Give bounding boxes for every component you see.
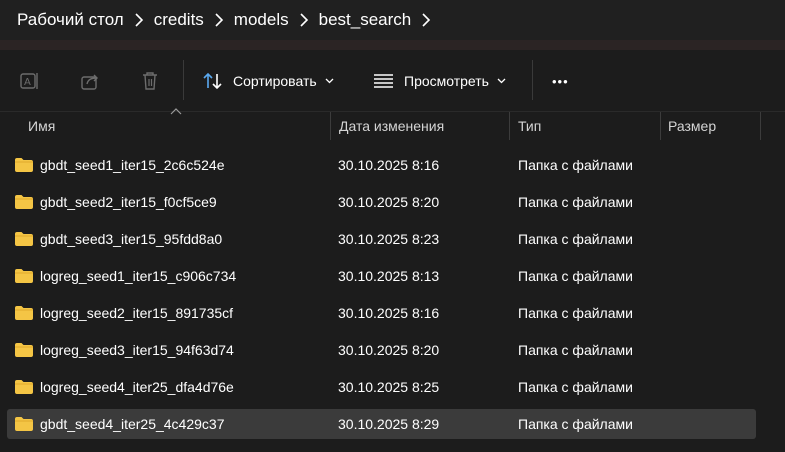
- view-list-icon: [373, 73, 394, 89]
- breadcrumb-item-best-search[interactable]: best_search: [319, 10, 412, 30]
- table-row[interactable]: gbdt_seed1_iter15_2c6c524e 30.10.2025 8:…: [7, 150, 756, 180]
- folder-icon: [15, 195, 33, 209]
- folder-icon: [15, 343, 33, 357]
- breadcrumb-item-models[interactable]: models: [234, 10, 289, 30]
- file-date: 30.10.2025 8:25: [338, 379, 440, 395]
- sort-button[interactable]: Сортировать: [202, 62, 334, 100]
- column-resize-handle[interactable]: [509, 112, 510, 140]
- table-row[interactable]: logreg_seed2_iter15_891735cf 30.10.2025 …: [7, 298, 756, 328]
- rename-icon[interactable]: A: [18, 69, 42, 93]
- file-name: logreg_seed4_iter25_dfa4d76e: [40, 379, 234, 395]
- sort-icon: [202, 71, 224, 91]
- table-row[interactable]: logreg_seed1_iter15_c906c734 30.10.2025 …: [7, 261, 756, 291]
- column-header-name[interactable]: Имя: [20, 112, 330, 140]
- column-header-date-label: Дата изменения: [339, 118, 445, 134]
- folder-icon: [15, 417, 33, 431]
- column-header-size-label: Размер: [668, 118, 717, 134]
- chevron-down-icon: [497, 78, 506, 84]
- file-type: Папка с файлами: [518, 194, 633, 210]
- folder-icon: [15, 306, 33, 320]
- breadcrumb: Рабочий стол credits models best_search: [0, 0, 785, 40]
- file-type: Папка с файлами: [518, 157, 633, 173]
- file-name: logreg_seed2_iter15_891735cf: [40, 305, 234, 321]
- toolbar-separator: [532, 60, 533, 100]
- file-date: 30.10.2025 8:13: [338, 268, 440, 284]
- file-name: logreg_seed1_iter15_c906c734: [40, 268, 237, 284]
- file-date: 30.10.2025 8:20: [338, 194, 440, 210]
- chevron-right-icon[interactable]: [204, 0, 234, 40]
- more-options-button[interactable]: •••: [552, 62, 569, 100]
- view-button[interactable]: Просмотреть: [373, 62, 506, 100]
- file-name: gbdt_seed4_iter25_4c429c37: [40, 416, 225, 432]
- view-label: Просмотреть: [404, 73, 489, 89]
- table-row[interactable]: logreg_seed4_iter25_dfa4d76e 30.10.2025 …: [7, 372, 756, 402]
- folder-icon: [15, 232, 33, 246]
- column-header-type-label: Тип: [518, 118, 542, 134]
- column-header-size[interactable]: Размер: [660, 112, 760, 140]
- table-row[interactable]: gbdt_seed3_iter15_95fdd8a0 30.10.2025 8:…: [7, 224, 756, 254]
- column-header-name-label: Имя: [28, 118, 56, 134]
- table-row-selected[interactable]: gbdt_seed4_iter25_4c429c37 30.10.2025 8:…: [7, 409, 756, 439]
- column-resize-handle[interactable]: [330, 112, 331, 140]
- file-type: Папка с файлами: [518, 268, 633, 284]
- table-row[interactable]: logreg_seed3_iter15_94f63d74 30.10.2025 …: [7, 335, 756, 365]
- folder-icon: [15, 269, 33, 283]
- table-row[interactable]: gbdt_seed2_iter15_f0cf5ce9 30.10.2025 8:…: [7, 187, 756, 217]
- delete-icon[interactable]: [138, 69, 162, 93]
- file-type: Папка с файлами: [518, 379, 633, 395]
- more-icon: •••: [552, 73, 569, 89]
- file-name: gbdt_seed1_iter15_2c6c524e: [40, 157, 225, 173]
- file-name: gbdt_seed2_iter15_f0cf5ce9: [40, 194, 217, 210]
- file-type: Папка с файлами: [518, 231, 633, 247]
- file-date: 30.10.2025 8:16: [338, 157, 440, 173]
- share-icon[interactable]: [78, 69, 102, 93]
- file-name: logreg_seed3_iter15_94f63d74: [40, 342, 234, 358]
- toolbar-separator: [183, 60, 184, 100]
- chevron-right-icon[interactable]: [411, 0, 441, 40]
- column-header-type[interactable]: Тип: [510, 112, 660, 140]
- sort-label: Сортировать: [233, 73, 317, 89]
- file-type: Папка с файлами: [518, 305, 633, 321]
- file-date: 30.10.2025 8:29: [338, 416, 440, 432]
- breadcrumb-item-credits[interactable]: credits: [154, 10, 204, 30]
- column-header-date[interactable]: Дата изменения: [331, 112, 509, 140]
- file-type: Папка с файлами: [518, 416, 633, 432]
- breadcrumb-item-desktop[interactable]: Рабочий стол: [17, 10, 124, 30]
- folder-icon: [15, 380, 33, 394]
- column-resize-handle[interactable]: [660, 112, 661, 140]
- breadcrumb-divider: [0, 40, 785, 50]
- file-name: gbdt_seed3_iter15_95fdd8a0: [40, 231, 223, 247]
- file-date: 30.10.2025 8:16: [338, 305, 440, 321]
- column-header-row: Имя Дата изменения Тип Размер: [0, 112, 785, 140]
- file-date: 30.10.2025 8:23: [338, 231, 440, 247]
- chevron-down-icon: [325, 78, 334, 84]
- file-date: 30.10.2025 8:20: [338, 342, 440, 358]
- file-type: Папка с файлами: [518, 342, 633, 358]
- column-resize-handle[interactable]: [760, 112, 761, 140]
- svg-text:A: A: [24, 77, 31, 88]
- chevron-right-icon[interactable]: [124, 0, 154, 40]
- chevron-right-icon[interactable]: [289, 0, 319, 40]
- folder-icon: [15, 158, 33, 172]
